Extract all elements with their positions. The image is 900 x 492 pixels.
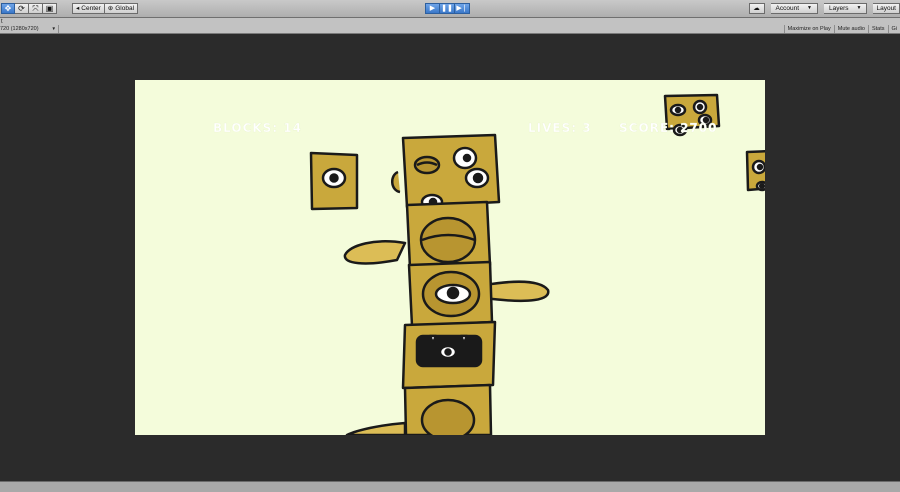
totem-block-bottom xyxy=(403,383,493,435)
cloud-icon: ☁ xyxy=(753,5,760,12)
hud-lives-counter: LIVES: 3 xyxy=(528,121,592,135)
step-icon: ▶❘ xyxy=(456,5,468,12)
pivot-tools: ◂ Center ⊕ Global xyxy=(72,3,139,14)
hud-score-counter: SCORE: 2700 xyxy=(619,121,718,135)
account-dropdown[interactable]: Account ▼ xyxy=(770,3,818,14)
scale-tool-icon: ⤧ xyxy=(32,4,39,13)
step-button[interactable]: ▶❘ xyxy=(455,3,470,14)
pivot-icon: ◂ xyxy=(76,5,80,12)
totem-block-closed-eye xyxy=(405,200,492,270)
totem-block-top xyxy=(391,133,501,211)
rect-tool-icon: ▣ xyxy=(45,4,54,13)
account-label: Account xyxy=(775,5,800,12)
layers-label: Layers xyxy=(829,5,849,12)
pause-icon: ❚❚ xyxy=(441,5,453,12)
layout-label: Layout xyxy=(876,5,896,12)
gizmos-dropdown[interactable]: Gi xyxy=(887,25,900,33)
totem-arm-bottom xyxy=(345,421,407,435)
chevron-down-icon: ▼ xyxy=(856,5,862,11)
chevron-down-icon: ▼ xyxy=(51,26,56,31)
rotate-tool-icon: ⟳ xyxy=(18,4,25,13)
toolbar-right: ☁ Account ▼ Layers ▼ Layout xyxy=(748,3,900,14)
totem-block-open-eye xyxy=(407,260,494,328)
maximize-on-play-toggle[interactable]: Maximize on Play xyxy=(783,25,834,33)
editor-toolbar: ✥ ⟳ ⤧ ▣ ◂ Center ⊕ Global ▶ ❚❚ ▶❘ ☁ Accoun… xyxy=(0,0,900,18)
stats-toggle[interactable]: Stats xyxy=(867,25,888,33)
move-tool-button[interactable]: ✥ xyxy=(1,3,15,14)
totem-block-mouth xyxy=(401,320,497,390)
playback-controls: ▶ ❚❚ ▶❘ xyxy=(425,3,470,14)
transform-tools: ✥ ⟳ ⤧ ▣ xyxy=(1,3,57,14)
totem-arm-right xyxy=(483,280,550,303)
scale-tool-button[interactable]: ⤧ xyxy=(29,3,43,14)
pivot-center-button[interactable]: ◂ Center xyxy=(72,3,105,14)
space-global-button[interactable]: ⊕ Global xyxy=(104,3,139,14)
mute-audio-toggle[interactable]: Mute audio xyxy=(833,25,868,33)
flying-block-right-edge xyxy=(745,149,765,192)
rect-tool-button[interactable]: ▣ xyxy=(43,3,57,14)
globe-icon: ⊕ xyxy=(107,5,114,12)
resolution-label: 720 (1280x720) xyxy=(0,26,39,32)
pause-button[interactable]: ❚❚ xyxy=(440,3,455,14)
floating-block-one-eye xyxy=(309,151,359,211)
resolution-dropdown[interactable]: 720 (1280x720) ▼ xyxy=(0,25,59,33)
game-canvas[interactable]: BLOCKS: 14 LIVES: 3 SCORE: 2700 xyxy=(135,80,765,435)
game-view-options: Maximize on Play Mute audio Stats Gi xyxy=(783,25,900,33)
game-view-header: t 720 (1280x720) ▼ Maximize on Play Mute… xyxy=(0,18,900,34)
rotate-tool-button[interactable]: ⟳ xyxy=(15,3,29,14)
play-icon: ▶ xyxy=(429,5,436,12)
chevron-down-icon: ▼ xyxy=(807,5,812,11)
status-bar xyxy=(0,481,900,492)
hud-blocks-counter: BLOCKS: 14 xyxy=(213,121,302,135)
layers-dropdown[interactable]: Layers ▼ xyxy=(824,3,868,14)
totem-arm-left xyxy=(343,240,407,265)
play-button[interactable]: ▶ xyxy=(425,3,440,14)
move-tool-icon: ✥ xyxy=(4,4,12,13)
cloud-button[interactable]: ☁ xyxy=(748,3,765,14)
layout-dropdown[interactable]: Layout xyxy=(873,3,900,14)
pivot-label: Center xyxy=(81,5,101,12)
space-label: Global xyxy=(115,5,135,12)
